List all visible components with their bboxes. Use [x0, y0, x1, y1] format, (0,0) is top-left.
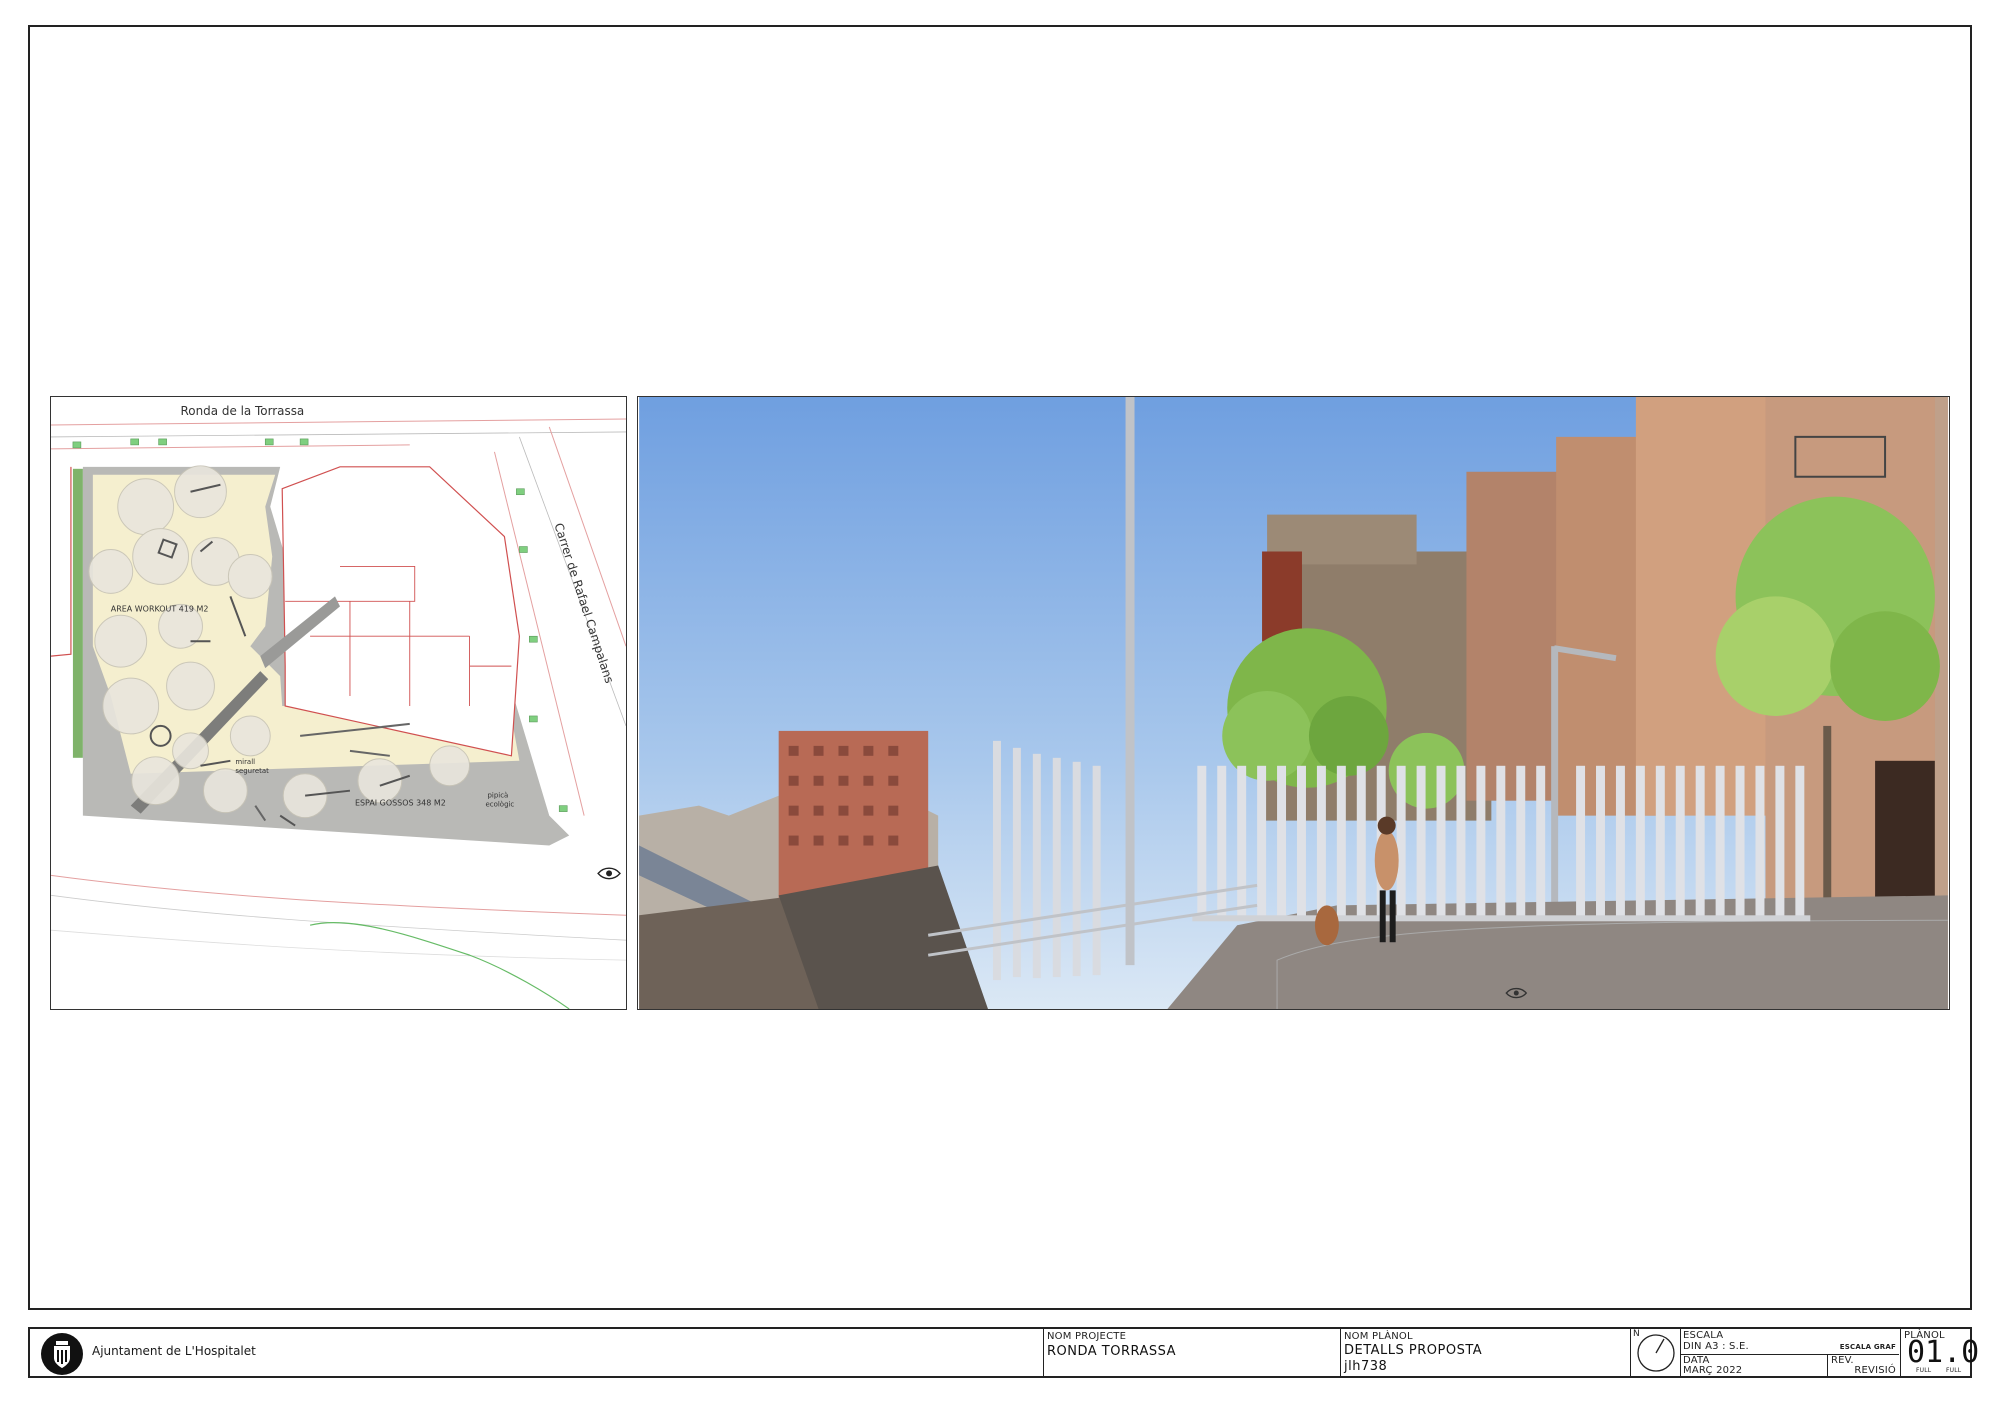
scale-label: ESCALA — [1683, 1330, 1724, 1341]
plan-cell: NOM PLÀNOL DETALLS PROPOSTA jlh738 — [1340, 1329, 1630, 1376]
street-label-top: Ronda de la Torrassa — [181, 404, 305, 418]
street-render-image — [639, 397, 1948, 1009]
north-arrow-icon — [1637, 1334, 1675, 1372]
north-cell: N — [1630, 1329, 1680, 1376]
plan-label: NOM PLÀNOL — [1344, 1331, 1413, 1342]
scale-cell: ESCALA DIN A3 : S.E. ESCALA GRAF DATA MA… — [1680, 1329, 1900, 1376]
sheet-full-total-label: FULL — [1946, 1367, 1962, 1374]
pipi-label-2: ecològic — [485, 801, 514, 809]
sheet-number: 01.0 — [1907, 1335, 1980, 1370]
site-plan-drawing: Ronda de la Torrassa Carrer de Rafael Ca… — [51, 397, 626, 1009]
scale-value: DIN A3 : S.E. — [1683, 1341, 1749, 1352]
mirror-label-2: seguretat — [235, 767, 269, 775]
organization-name: Ajuntament de L'Hospitalet — [92, 1344, 256, 1358]
project-cell: NOM PROJECTE RONDA TORRASSA — [1043, 1329, 1340, 1376]
revision-label: REVISIÓ — [1854, 1365, 1896, 1376]
street-render — [637, 396, 1950, 1010]
rev-label: REV. — [1831, 1355, 1854, 1366]
city-seal-icon — [41, 1333, 83, 1375]
site-plan: Ronda de la Torrassa Carrer de Rafael Ca… — [50, 396, 627, 1010]
sheet-cell: PLÀNOL 01.0 FULL FULL — [1900, 1329, 1979, 1376]
sheet-full-label: FULL — [1916, 1367, 1932, 1374]
project-value: RONDA TORRASSA — [1047, 1344, 1177, 1359]
pipi-label: pipicà — [487, 792, 508, 800]
plan-value: DETALLS PROPOSTA — [1344, 1343, 1483, 1358]
plan-code: jlh738 — [1344, 1359, 1388, 1374]
area-workout-label: AREA WORKOUT 419 M2 — [111, 604, 209, 613]
title-block: Ajuntament de L'Hospitalet NOM PROJECTE … — [28, 1327, 1979, 1378]
scale-graph-label: ESCALA GRAF — [1839, 1343, 1896, 1351]
project-label: NOM PROJECTE — [1047, 1331, 1127, 1342]
date-value: MARÇ 2022 — [1683, 1365, 1743, 1376]
area-dogs-label: ESPAI GOSSOS 348 M2 — [355, 799, 446, 808]
mirror-label: mirall — [235, 758, 255, 766]
